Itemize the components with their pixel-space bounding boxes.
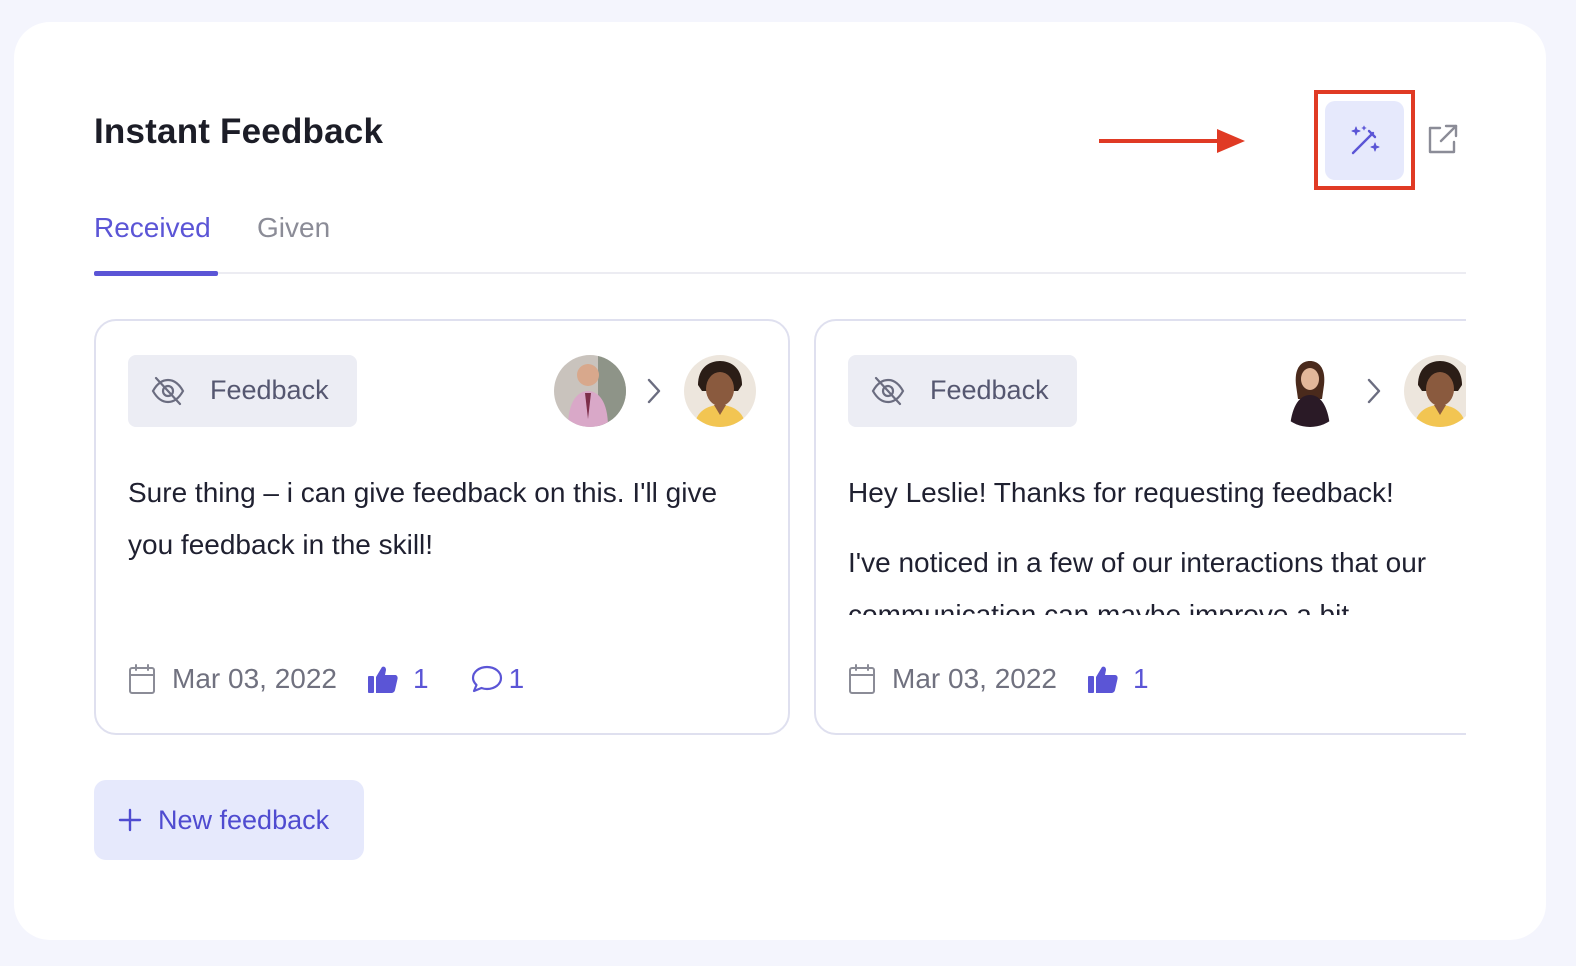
- feedback-meta: Mar 03, 2022 1: [848, 659, 1191, 699]
- feedback-meta: Mar 03, 2022 1 1: [128, 659, 524, 699]
- tab-given[interactable]: Given: [257, 208, 330, 274]
- chevron-right-icon: [647, 378, 661, 404]
- annotation-arrow-icon: [1099, 129, 1245, 153]
- recipient-avatar[interactable]: [1404, 355, 1466, 427]
- ai-magic-button[interactable]: [1325, 101, 1404, 180]
- woman-photo-avatar: [1404, 355, 1466, 427]
- feedback-card-list[interactable]: Feedback Sure thing – i can give feedbac…: [94, 319, 1466, 737]
- thumbs-up-icon[interactable]: [1087, 664, 1119, 694]
- feedback-type-badge: Feedback: [848, 355, 1077, 427]
- badge-label: Feedback: [210, 375, 329, 405]
- page-title: Instant Feedback: [94, 112, 384, 151]
- feedback-tabs: Received Given: [94, 208, 1466, 276]
- tab-received[interactable]: Received: [94, 208, 218, 276]
- thumbs-up-icon[interactable]: [367, 664, 399, 694]
- eye-off-icon: [151, 376, 185, 406]
- new-feedback-button[interactable]: New feedback: [94, 780, 364, 860]
- badge-label: Feedback: [930, 375, 1049, 405]
- comment-count: 1: [508, 663, 525, 694]
- feedback-type-badge: Feedback: [128, 355, 357, 427]
- open-external-button[interactable]: [1422, 120, 1462, 160]
- man-photo-avatar: [554, 355, 626, 427]
- feedback-text-line: I've noticed in a few of our interaction…: [848, 547, 1427, 615]
- calendar-icon: [849, 664, 875, 694]
- feedback-date: Mar 03, 2022: [172, 663, 337, 694]
- magic-wand-sparkles-icon: [1351, 125, 1379, 154]
- calendar-icon: [129, 664, 155, 694]
- like-count: 1: [413, 663, 429, 694]
- woman-photo-avatar: [1274, 355, 1346, 427]
- recipient-avatar[interactable]: [684, 355, 756, 427]
- instant-feedback-panel: Instant Feedback Received Given Feedback…: [14, 22, 1546, 940]
- new-feedback-label: New feedback: [158, 804, 330, 835]
- feedback-card[interactable]: Feedback: [94, 319, 790, 735]
- woman-photo-avatar: [684, 355, 756, 427]
- feedback-text: Hey Leslie! Thanks for requesting feedba…: [848, 467, 1466, 615]
- like-count: 1: [1133, 663, 1149, 694]
- feedback-text-line: Hey Leslie! Thanks for requesting feedba…: [848, 477, 1394, 508]
- feedback-date: Mar 03, 2022: [892, 663, 1057, 694]
- plus-icon: [118, 808, 142, 832]
- sender-avatar[interactable]: [554, 355, 626, 427]
- comment-icon[interactable]: [471, 664, 503, 694]
- feedback-text: Sure thing – i can give feedback on this…: [128, 477, 718, 560]
- external-link-icon: [1428, 124, 1458, 154]
- sender-avatar[interactable]: [1274, 355, 1346, 427]
- feedback-card[interactable]: Feedback: [814, 319, 1466, 735]
- eye-off-icon: [871, 376, 905, 406]
- chevron-right-icon: [1367, 378, 1381, 404]
